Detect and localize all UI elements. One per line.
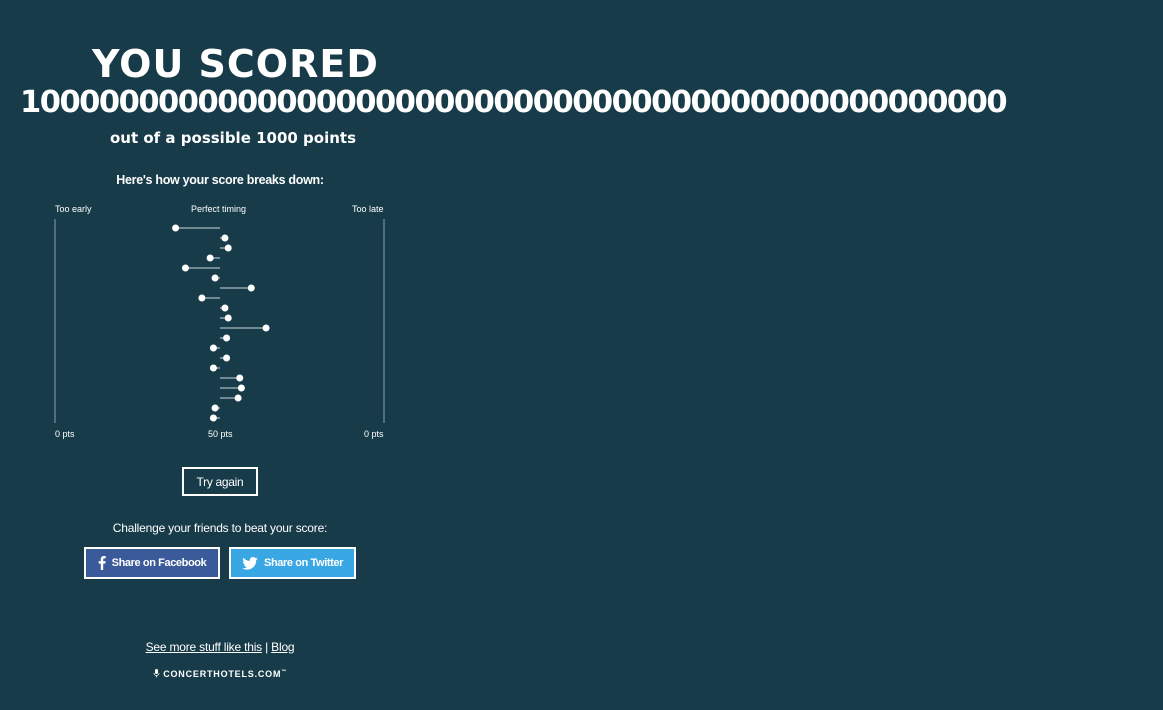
try-again-button[interactable]: Try again (182, 467, 258, 496)
timing-point (221, 304, 229, 312)
timing-point (234, 394, 242, 402)
timing-point (211, 274, 219, 282)
timing-point (236, 374, 244, 382)
microphone-icon (153, 669, 160, 678)
breakdown-title: Here's how your score breaks down: (116, 173, 324, 187)
brand-logo[interactable]: CONCERTHOTELS.COM™ (0, 669, 440, 679)
timing-point (224, 244, 232, 252)
timing-point (172, 224, 180, 232)
facebook-icon (98, 556, 106, 570)
timing-point (223, 354, 231, 362)
score-heading: YOU SCORED (92, 42, 379, 86)
share-twitter-label: Share on Twitter (264, 557, 343, 569)
timing-point (206, 254, 214, 262)
points-label-left: 0 pts (55, 429, 75, 439)
share-twitter-button[interactable]: Share on Twitter (229, 547, 356, 579)
timing-point (209, 364, 217, 372)
brand-trademark: ™ (281, 669, 288, 675)
timing-chart (54, 219, 385, 423)
footer-separator: | (265, 640, 269, 654)
points-label-center: 50 pts (208, 429, 233, 439)
brand-name: CONCERTHOTELS.COM (163, 669, 282, 679)
timing-point (198, 294, 206, 302)
axis-label-too-late: Too late (352, 204, 384, 214)
timing-point (237, 384, 245, 392)
timing-point (224, 314, 232, 322)
timing-point (262, 324, 270, 332)
timing-point (209, 344, 217, 352)
share-facebook-button[interactable]: Share on Facebook (84, 547, 220, 579)
timing-point (181, 264, 189, 272)
timing-point (211, 404, 219, 412)
score-subtitle: out of a possible 1000 points (110, 129, 357, 147)
axis-label-perfect-timing: Perfect timing (191, 204, 247, 214)
timing-point (209, 414, 217, 422)
share-facebook-label: Share on Facebook (111, 557, 207, 569)
score-value: 1000000000000000000000000000000000000000… (20, 85, 1008, 120)
points-label-right: 0 pts (364, 429, 384, 439)
timing-points (172, 224, 270, 422)
blog-link[interactable]: Blog (271, 640, 294, 654)
timing-point (247, 284, 255, 292)
challenge-text: Challenge your friends to beat your scor… (112, 521, 328, 535)
timing-point (223, 334, 231, 342)
twitter-icon (242, 556, 258, 570)
footer-links: See more stuff like this | Blog (0, 640, 440, 654)
see-more-link[interactable]: See more stuff like this (146, 640, 263, 654)
timing-point (221, 234, 229, 242)
axis-label-too-early: Too early (55, 204, 92, 214)
